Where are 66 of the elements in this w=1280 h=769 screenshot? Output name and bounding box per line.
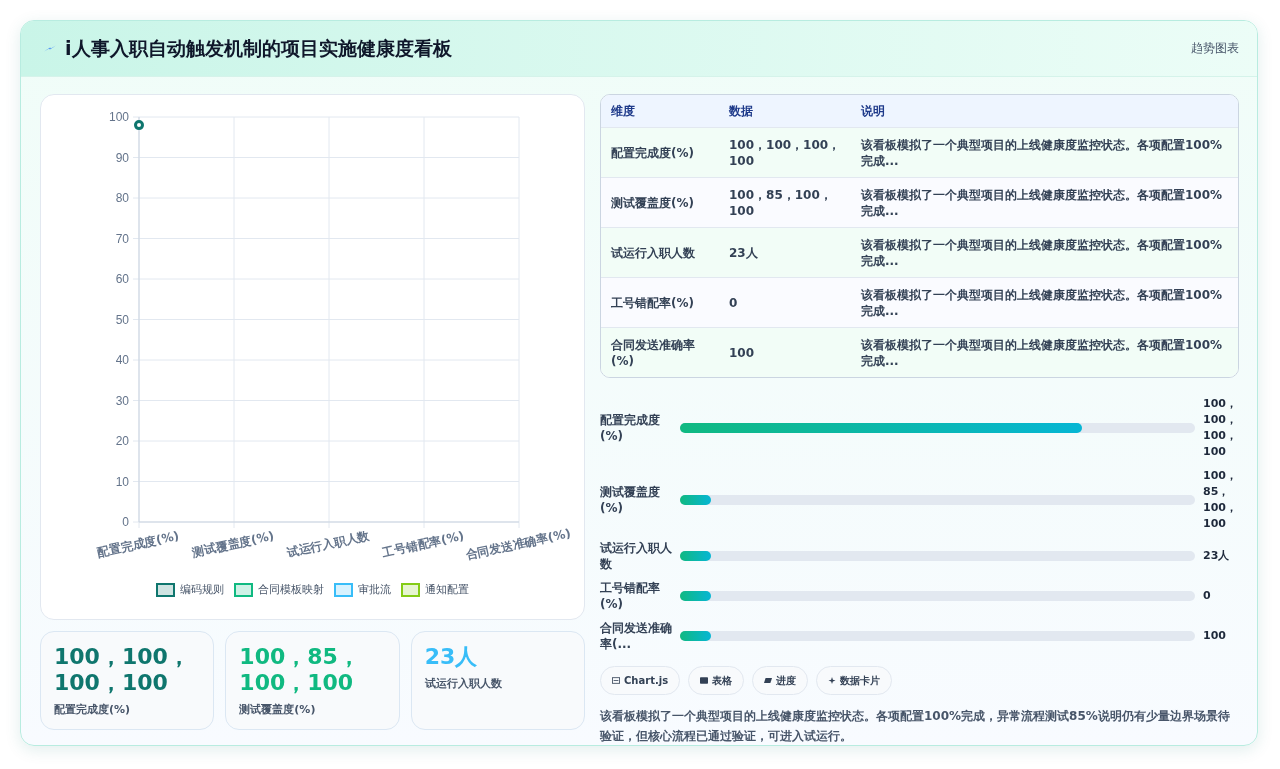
table-cell: 该看板模拟了一个典型项目的上线健康度监控状态。各项配置100%完成... <box>861 137 1223 168</box>
x-axis-label: 工号错配率(%) <box>381 528 466 560</box>
y-tick-label: 80 <box>115 191 129 205</box>
y-tick-label: 20 <box>115 434 129 448</box>
table-cell: 100，100，100，100 <box>729 137 841 168</box>
view-chip[interactable]: 进度 <box>752 666 809 695</box>
stat-label: 试运行入职人数 <box>424 676 503 691</box>
progress-label: 合同发送准确率(... <box>600 620 673 652</box>
legend-label: 合同模板映射 <box>258 582 324 597</box>
stat-label: 配置完成度(%) <box>54 702 132 717</box>
x-axis-label: 测试覆盖度(%) <box>191 528 276 560</box>
x-axis-label: 配置完成度(%) <box>96 528 181 560</box>
table-cell: 测试覆盖度(%) <box>611 195 694 210</box>
stat-label: 测试覆盖度(%) <box>239 702 317 717</box>
data-point <box>134 120 144 131</box>
y-tick-label: 60 <box>115 272 129 286</box>
progress-label: 测试覆盖度(%) <box>600 484 661 516</box>
view-chip[interactable]: 表格 <box>688 666 745 695</box>
progress-value: 100，85，100，100 <box>1202 468 1238 532</box>
table-cell: 100 <box>729 345 755 360</box>
view-chip[interactable]: 数据卡片 <box>816 666 893 695</box>
table-cell: 23人 <box>729 245 758 260</box>
table-cell: 100，85，100，100 <box>729 187 832 218</box>
column-header: 数据 <box>729 104 753 118</box>
table-cell: 该看板模拟了一个典型项目的上线健康度监控状态。各项配置100%完成... <box>861 287 1223 318</box>
table-cell: 配置完成度(%) <box>611 145 694 160</box>
progress-icon <box>764 677 773 684</box>
chart-icon <box>612 677 620 684</box>
progress-value: 0 <box>1202 588 1212 604</box>
y-tick-label: 0 <box>122 515 129 529</box>
trend-chart-link[interactable]: 趋势图表 <box>1191 40 1239 57</box>
x-axis-label: 合同发送准确率(%) <box>464 526 572 563</box>
progress-label: 配置完成度(%) <box>600 412 661 444</box>
progress-label: 工号错配率(%) <box>600 580 661 612</box>
progress-value: 100，100，100，100 <box>1202 396 1238 460</box>
y-tick-label: 50 <box>115 312 129 327</box>
table-cell: 该看板模拟了一个典型项目的上线健康度监控状态。各项配置100%完成... <box>861 337 1223 368</box>
summary-text: 该看板模拟了一个典型项目的上线健康度监控状态。各项配置100%完成，异常流程测试85%说明仍有少量边界场景待验证，但核心流程已通过验证，可进入试运行。 <box>600 708 1231 745</box>
y-tick-label: 40 <box>115 353 129 367</box>
column-header: 说明 <box>861 104 885 118</box>
legend-label: 审批流 <box>358 582 391 597</box>
table-cell: 该看板模拟了一个典型项目的上线健康度监控状态。各项配置100%完成... <box>861 187 1223 218</box>
table-cell: 工号错配率(%) <box>611 295 694 310</box>
stat-value: 100，100，100，100 <box>54 644 191 696</box>
table-cell: 试运行入职人数 <box>611 245 695 260</box>
stat-value: 100，85，100，100 <box>239 644 361 696</box>
y-tick-label: 30 <box>115 393 129 408</box>
view-chip[interactable]: Chart.js <box>600 666 681 695</box>
stat-value: 23人 <box>424 644 479 670</box>
dashboard-title: i人事入职自动触发机制的项目实施健康度看板 <box>65 35 452 61</box>
y-tick-label: 10 <box>115 474 129 489</box>
progress-value: 23人 <box>1202 548 1231 564</box>
table-icon <box>700 677 709 684</box>
table-cell: 0 <box>729 295 738 310</box>
y-tick-label: 90 <box>115 150 129 165</box>
y-tick-label: 70 <box>115 231 129 246</box>
table-cell: 该看板模拟了一个典型项目的上线健康度监控状态。各项配置100%完成... <box>861 237 1223 268</box>
sparkle-icon <box>828 677 837 684</box>
progress-value: 100 <box>1202 628 1227 644</box>
legend-label: 通知配置 <box>425 582 469 597</box>
y-tick-label: 100 <box>108 110 129 124</box>
progress-label: 试运行入职人数 <box>600 540 673 572</box>
table-cell: 合同发送准确率(%) <box>611 337 695 368</box>
legend-label: 编码规则 <box>180 582 224 597</box>
column-header: 维度 <box>611 104 635 118</box>
x-axis-label: 试运行入职人数 <box>285 528 371 560</box>
